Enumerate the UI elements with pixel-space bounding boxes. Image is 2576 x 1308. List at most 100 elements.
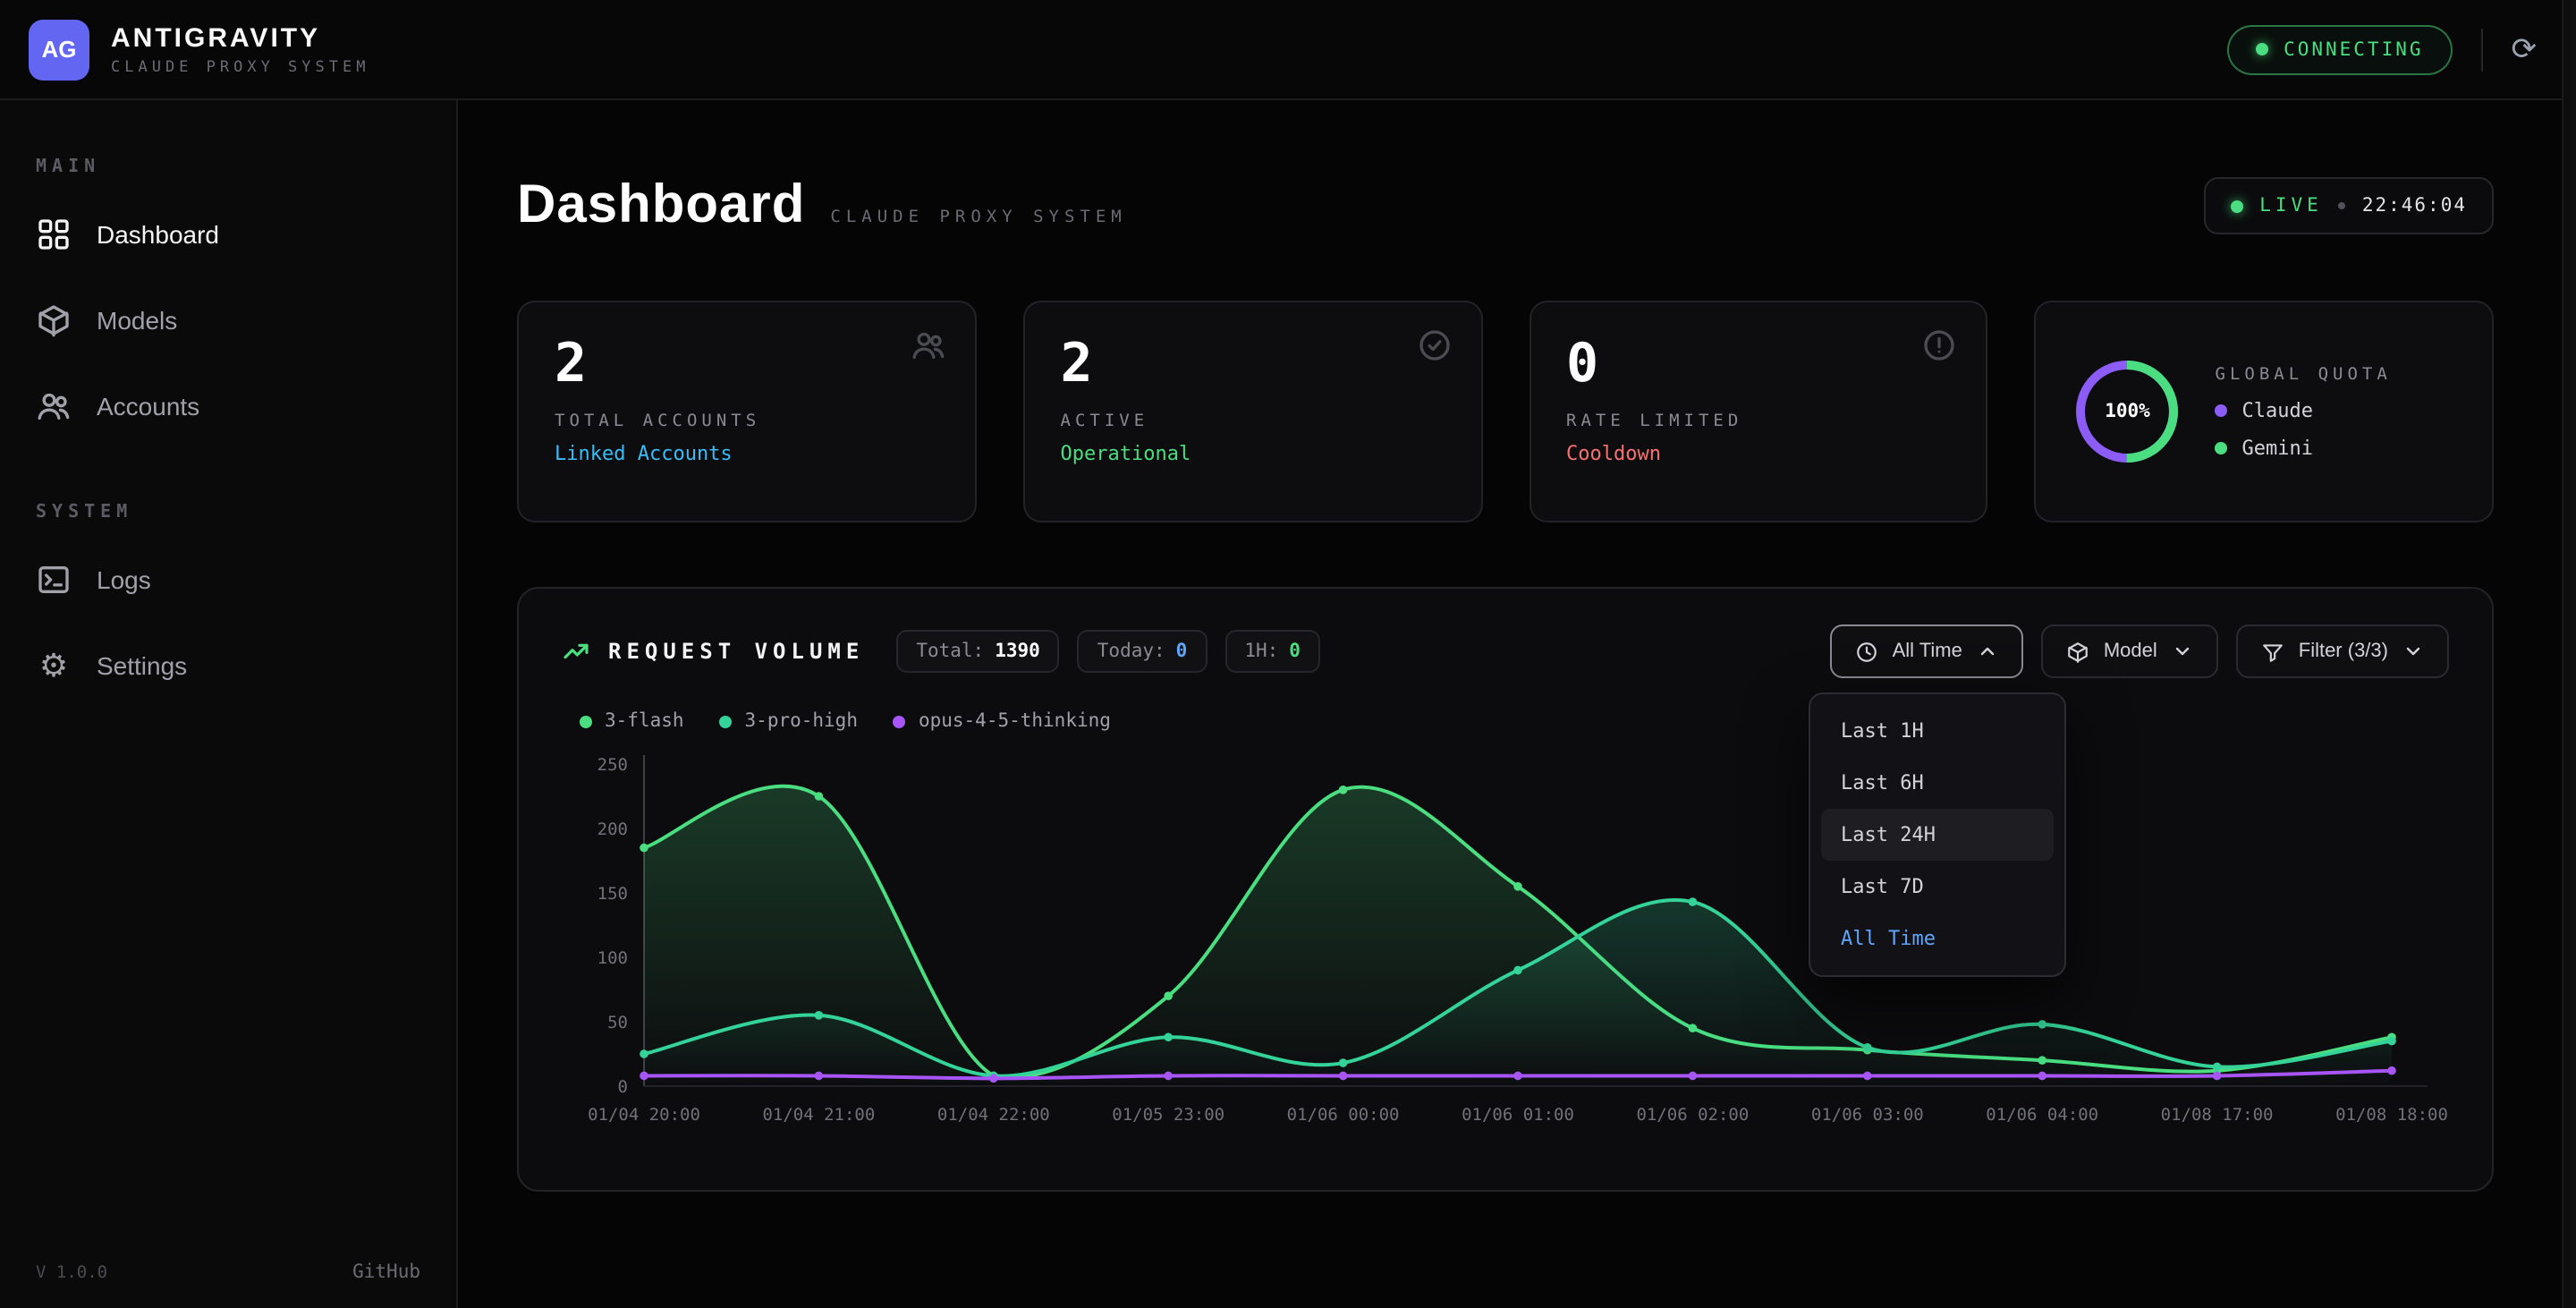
stat-pill-value: 0 [1176,641,1188,662]
chart-legend: 3-flash 3-pro-high opus-4-5-thinking [562,710,2449,732]
chevron-up-icon [1977,641,1998,662]
app-name: ANTIGRAVITY [111,22,369,53]
total-requests-pill: Total: 1390 [896,630,1059,673]
app-root: AG ANTIGRAVITY CLAUDE PROXY SYSTEM CONNE… [0,0,2576,1308]
model-filter-label: Model [2104,641,2157,662]
github-link[interactable]: GitHub [352,1261,420,1283]
model-filter-button[interactable]: Model [2041,624,2218,678]
sidebar: MAIN Dashboard Models Accounts SYSTEM [0,100,458,1308]
stat-sub: Cooldown [1566,442,1951,465]
gear-icon: ⚙ [36,648,72,684]
svg-text:0: 0 [618,1077,628,1097]
sidebar-item-label: Dashboard [97,220,219,249]
sidebar-item-logs[interactable]: Logs [0,537,456,623]
svg-text:01/04 22:00: 01/04 22:00 [937,1105,1050,1125]
main-content: Dashboard CLAUDE PROXY SYSTEM LIVE 22:46… [458,100,2562,1308]
svg-text:01/06 03:00: 01/06 03:00 [1811,1105,1924,1125]
stat-label: TOTAL ACCOUNTS [555,412,939,431]
today-requests-pill: Today: 0 [1078,630,1208,673]
svg-text:01/06 01:00: 01/06 01:00 [1462,1105,1574,1125]
pill-label: 1H: [1244,641,1278,662]
series-dot-icon [720,715,733,727]
funnel-icon [2261,640,2284,663]
refresh-icon[interactable]: ⟳ [2512,34,2538,64]
stat-label: RATE LIMITED [1566,412,1951,431]
sidebar-section-system: SYSTEM [0,503,456,522]
users-icon [36,388,72,424]
chart-title: REQUEST VOLUME [608,639,864,664]
stat-label: ACTIVE [1061,412,1445,431]
claude-dot-icon [2216,403,2228,416]
filter-button[interactable]: Filter (3/3) [2236,624,2449,678]
stat-pill-value: 0 [1289,641,1301,662]
stat-card-total-accounts: 2 TOTAL ACCOUNTS Linked Accounts [517,301,977,522]
app-logo: AG [29,19,89,80]
svg-text:01/06 00:00: 01/06 00:00 [1287,1105,1400,1125]
request-volume-chart: 05010015020025001/04 20:0001/04 21:0001/… [562,746,2453,1136]
quota-legend-label: Gemini [2242,436,2314,459]
quota-legend-label: Claude [2242,398,2314,421]
connection-status-label: CONNECTING [2284,38,2423,60]
dropdown-option[interactable]: Last 1H [1821,705,2054,757]
gemini-dot-icon [2216,441,2228,454]
series-label: 3-flash [605,710,684,732]
dropdown-option[interactable]: Last 7D [1821,861,2054,913]
sidebar-item-accounts[interactable]: Accounts [0,363,456,449]
live-label: LIVE [2259,195,2323,217]
page-title: Dashboard [517,175,805,236]
dropdown-option[interactable]: All Time [1821,913,2054,964]
time-range-button[interactable]: All Time [1830,624,2023,678]
sidebar-item-models[interactable]: Models [0,277,456,363]
separator-dot-icon [2339,202,2346,209]
scrollbar[interactable] [2562,0,2576,1308]
status-dot-icon [2255,43,2267,55]
grid-icon [36,217,72,252]
clock-value: 22:46:04 [2362,195,2467,217]
page-subtitle: CLAUDE PROXY SYSTEM [830,208,1126,227]
alert-circle-icon [1922,327,1958,363]
topbar: AG ANTIGRAVITY CLAUDE PROXY SYSTEM CONNE… [0,0,2576,100]
series-dot-icon [580,715,592,727]
stat-value: 2 [1061,335,1445,394]
live-dot-icon [2231,200,2243,212]
sidebar-item-dashboard[interactable]: Dashboard [0,191,456,277]
sidebar-item-label: Settings [97,651,187,680]
svg-text:200: 200 [597,820,628,839]
quota-percent: 100% [2072,356,2183,467]
brand: AG ANTIGRAVITY CLAUDE PROXY SYSTEM [29,19,369,80]
quota-label: GLOBAL QUOTA [2216,364,2392,384]
series-label: 3-pro-high [745,710,858,732]
svg-text:150: 150 [597,884,628,904]
svg-text:01/06 04:00: 01/06 04:00 [1986,1105,2098,1125]
sidebar-section-main: MAIN [0,157,456,177]
version-label: V 1.0.0 [36,1262,107,1282]
cube-icon [2066,640,2089,663]
stats-row: 2 TOTAL ACCOUNTS Linked Accounts 2 ACTIV… [517,301,2494,522]
stat-value: 0 [1566,335,1951,394]
request-volume-panel: REQUEST VOLUME Total: 1390 Today: 0 1H: … [517,587,2494,1192]
hour-requests-pill: 1H: 0 [1224,630,1320,673]
sidebar-item-settings[interactable]: ⚙ Settings [0,623,456,709]
stat-sub: Linked Accounts [555,442,939,465]
time-range-dropdown: Last 1H Last 6H Last 24H Last 7D All Tim… [1809,692,2066,977]
svg-text:50: 50 [607,1013,628,1032]
svg-text:01/06 02:00: 01/06 02:00 [1636,1105,1749,1125]
topbar-divider [2481,28,2483,71]
svg-text:01/04 20:00: 01/04 20:00 [588,1105,700,1125]
check-circle-icon [1416,327,1452,363]
stat-card-active: 2 ACTIVE Operational [1023,301,1483,522]
dropdown-option[interactable]: Last 6H [1821,757,2054,809]
legend-item: 3-flash [580,710,684,732]
stat-card-global-quota: 100% GLOBAL QUOTA Claude Gemini [2035,301,2495,522]
dropdown-option[interactable]: Last 24H [1821,809,2054,861]
connection-status-badge: CONNECTING [2226,24,2452,74]
stat-card-rate-limited: 0 RATE LIMITED Cooldown [1529,301,1988,522]
pill-label: Total: [916,641,984,662]
filter-label: Filter (3/3) [2299,641,2388,662]
svg-text:01/08 17:00: 01/08 17:00 [2161,1105,2274,1125]
svg-text:01/08 18:00: 01/08 18:00 [2335,1105,2448,1125]
chevron-down-icon [2402,641,2424,662]
series-label: opus-4-5-thinking [919,710,1111,732]
trend-up-icon [562,637,590,666]
svg-text:01/04 21:00: 01/04 21:00 [762,1105,875,1125]
